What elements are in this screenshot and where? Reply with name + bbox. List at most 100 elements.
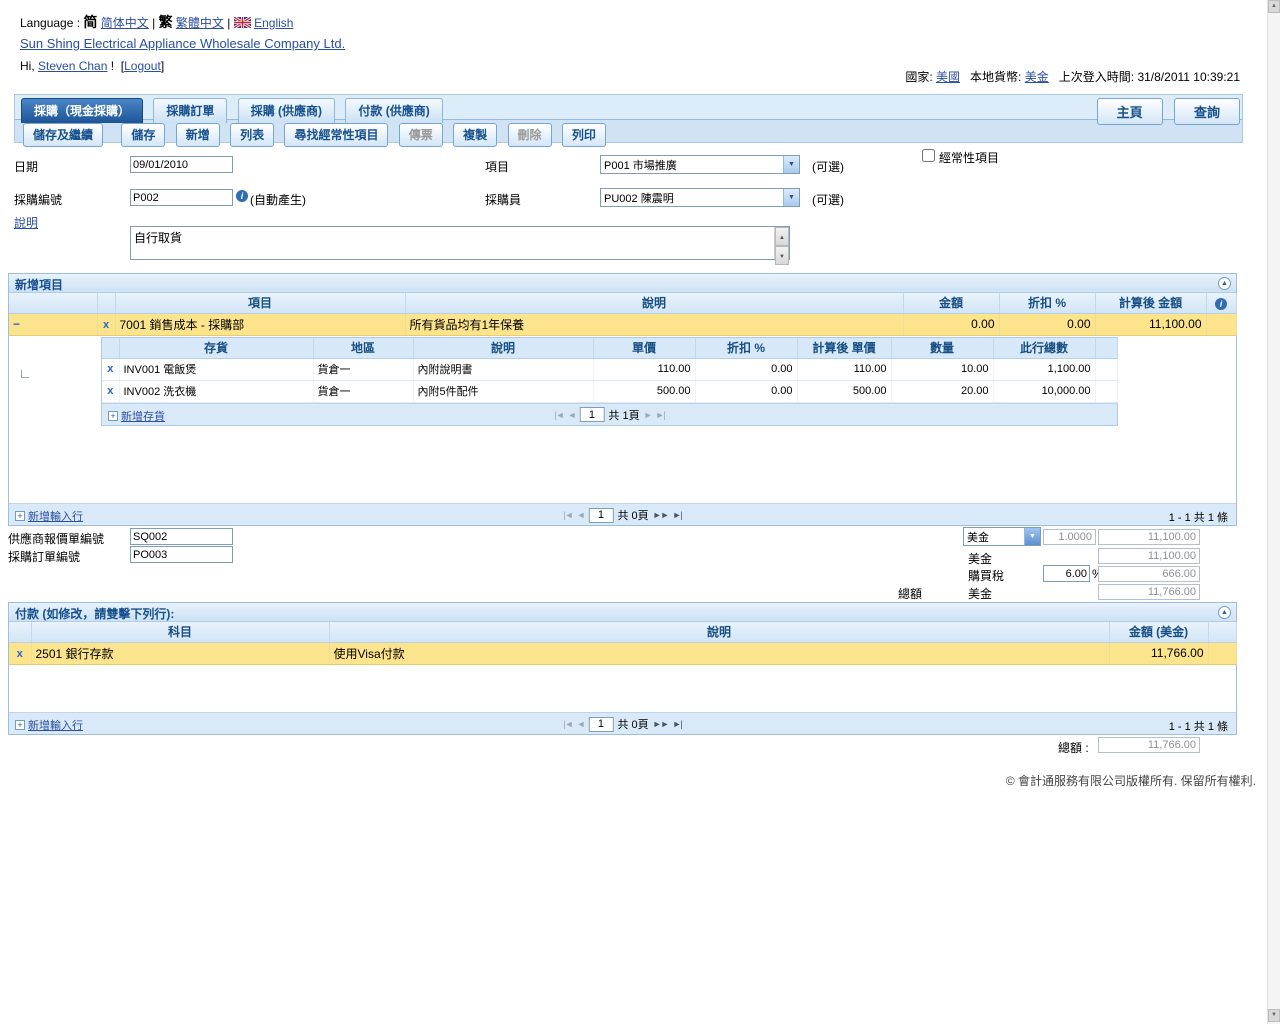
col-header-blank: [1208, 622, 1236, 642]
stock-row[interactable]: INV001 電飯煲 貨倉一 內附說明書 110.00 0.00 110.00 …: [102, 358, 1117, 380]
col-header-blank: [1095, 338, 1117, 358]
prev-page-icon[interactable]: [567, 410, 575, 420]
last-page-icon[interactable]: [656, 410, 665, 420]
add-icon[interactable]: [15, 720, 25, 730]
tab-purchase-order[interactable]: 採購訂單: [153, 98, 227, 123]
item-amount-cell: 0.00: [903, 313, 999, 335]
col-header-blank: [9, 293, 97, 313]
toolbar: 儲存及繼續 儲存 新增 列表 尋找經常性項目 傳票 複製 刪除 列印: [15, 121, 1242, 142]
currency-select[interactable]: 美金: [963, 527, 1041, 546]
auto-generate-label: (自動產生): [250, 191, 306, 208]
lang-traditional-link[interactable]: 繁體中文: [176, 16, 224, 30]
description-textarea[interactable]: 自行取貨: [131, 227, 774, 259]
logout-bracket-close: ]: [161, 59, 164, 73]
print-button[interactable]: 列印: [562, 123, 606, 147]
save-button[interactable]: 儲存: [121, 123, 165, 147]
payment-row[interactable]: 2501 銀行存款 使用Visa付款 11,766.00: [9, 642, 1236, 664]
page-input[interactable]: [579, 407, 604, 422]
next-page-icon[interactable]: [653, 510, 669, 520]
purchaser-select-value: PU002 陳震明: [601, 190, 783, 206]
delete-row-icon[interactable]: [17, 648, 23, 660]
scroll-down-icon[interactable]: [1268, 1009, 1280, 1022]
uk-flag-icon: [234, 17, 251, 31]
delete-row-icon[interactable]: [107, 385, 113, 397]
add-row-link[interactable]: 新增輸入行: [28, 717, 83, 733]
records-info: 1 - 1 共 1 條: [1169, 718, 1228, 734]
scroll-down-icon[interactable]: [775, 246, 789, 265]
subgrid-header-row: 存貨 地區 說明 單價 折扣 % 計算後 單價 數量 此行總數: [102, 338, 1117, 358]
collapse-panel-icon[interactable]: [1218, 277, 1231, 290]
date-input[interactable]: [130, 156, 233, 173]
po-number-input[interactable]: [130, 546, 233, 563]
calc-price-cell: 500.00: [797, 380, 891, 402]
add-stock-link[interactable]: 新增存貨: [121, 408, 165, 424]
calc-price-cell: 110.00: [797, 358, 891, 380]
prev-page-icon[interactable]: [577, 510, 585, 520]
last-page-icon[interactable]: [672, 719, 681, 729]
first-page-icon[interactable]: [563, 719, 572, 729]
col-header-discount: 折扣 %: [999, 293, 1095, 313]
currency-select-value: 美金: [964, 529, 1024, 545]
list-button[interactable]: 列表: [230, 123, 274, 147]
first-page-icon[interactable]: [563, 510, 572, 520]
project-select[interactable]: P001 市場推廣: [600, 155, 800, 174]
purchase-no-input[interactable]: [130, 189, 233, 206]
scroll-up-icon[interactable]: [775, 227, 789, 246]
greeting-suffix: !: [111, 59, 114, 73]
collapse-row-icon[interactable]: [13, 317, 20, 331]
page-input[interactable]: [588, 717, 613, 732]
col-header-calc-amount: 計算後 金額: [1095, 293, 1206, 313]
desc-cell: 內附5件配件: [413, 380, 593, 402]
records-info: 1 - 1 共 1 條: [1169, 509, 1228, 525]
save-continue-button[interactable]: 儲存及繼續: [23, 123, 103, 147]
item-row[interactable]: 7001 銷售成本 - 採購部 所有貨品均有1年保養 0.00 0.00 11,…: [9, 313, 1236, 335]
delete-row-icon[interactable]: [107, 363, 113, 375]
po-number-label: 採購訂單編號: [8, 548, 80, 565]
total-amount-field: 11,766.00: [1098, 584, 1200, 600]
prev-page-icon[interactable]: [577, 719, 585, 729]
logout-link[interactable]: Logout: [124, 59, 161, 73]
scroll-up-icon[interactable]: [1268, 0, 1280, 13]
delete-row-icon[interactable]: [103, 319, 109, 331]
tab-purchase-supplier[interactable]: 採購 (供應商): [238, 98, 335, 123]
area-cell: 貨倉一: [313, 358, 413, 380]
last-page-icon[interactable]: [672, 510, 681, 520]
description-link[interactable]: 說明: [14, 214, 38, 231]
add-icon[interactable]: [108, 411, 118, 421]
col-header-info: [1206, 293, 1236, 313]
copy-button[interactable]: 複製: [453, 123, 497, 147]
next-page-icon[interactable]: [644, 410, 652, 420]
recurring-checkbox[interactable]: [922, 149, 935, 162]
local-currency-link[interactable]: 美金: [1025, 70, 1049, 84]
new-button[interactable]: 新增: [176, 123, 220, 147]
find-recurring-button[interactable]: 尋找經常性項目: [284, 123, 388, 147]
next-page-icon[interactable]: [653, 719, 669, 729]
user-link[interactable]: Steven Chan: [38, 59, 107, 73]
stock-row[interactable]: INV002 洗衣機 貨倉一 內附5件配件 500.00 0.00 500.00…: [102, 380, 1117, 402]
items-pager: 共 0頁: [563, 507, 681, 523]
tax-rate-input[interactable]: [1043, 565, 1090, 582]
tab-payment-supplier[interactable]: 付款 (供應商): [345, 98, 442, 123]
country-link[interactable]: 美國: [936, 70, 960, 84]
textarea-scrollbar: [774, 227, 789, 259]
first-page-icon[interactable]: [554, 410, 563, 420]
collapse-panel-icon[interactable]: [1218, 606, 1231, 619]
payment-panel: 付款 (如修改，請雙擊下列行): 科目 說明 金額 (美金) 2501 銀行存款…: [8, 602, 1237, 735]
add-stock: 新增存貨: [108, 408, 165, 424]
purchaser-select[interactable]: PU002 陳震明: [600, 188, 800, 207]
col-header-qty: 數量: [891, 338, 993, 358]
tab-purchase-cash[interactable]: 採購（現金採購）: [21, 98, 143, 123]
total-currency-text: 美金: [968, 585, 992, 602]
page-input[interactable]: [588, 508, 613, 523]
total-label: 總額: [898, 585, 922, 602]
tree-connector-icon: [21, 370, 29, 378]
tabs-strip: 採購（現金採購） 採購訂單 採購 (供應商) 付款 (供應商) 主頁 查詢: [15, 95, 1242, 120]
add-row-link[interactable]: 新增輸入行: [28, 508, 83, 524]
lang-english-link[interactable]: English: [254, 16, 293, 30]
supplier-quote-input[interactable]: [130, 528, 233, 545]
lang-simplified-link[interactable]: 简体中文: [101, 16, 149, 30]
add-icon[interactable]: [15, 511, 25, 521]
vertical-scrollbar[interactable]: [1267, 0, 1280, 1024]
company-link[interactable]: Sun Shing Electrical Appliance Wholesale…: [20, 36, 345, 51]
items-panel-title: 新增項目: [15, 278, 63, 292]
